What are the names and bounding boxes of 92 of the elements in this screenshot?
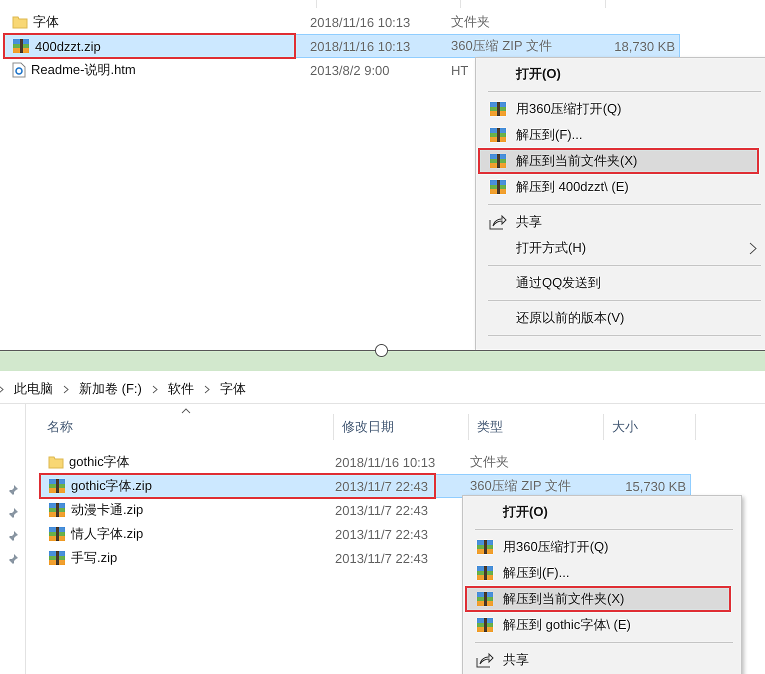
menu-label: 解压到当前文件夹(X): [503, 590, 624, 608]
archive-icon: [489, 101, 507, 117]
breadcrumb-item[interactable]: 此电脑: [14, 380, 53, 398]
chevron-right-icon: [63, 384, 69, 394]
column-header[interactable]: 大小: [604, 414, 696, 440]
menu-item[interactable]: 共享: [465, 647, 739, 673]
file-size: 15,730 KB: [625, 478, 686, 494]
menu-item[interactable]: 通过QQ发送到: [478, 270, 765, 296]
folder-icon: [12, 14, 28, 30]
menu-label: 解压到(F)...: [516, 126, 582, 144]
column-header[interactable]: 修改日期: [334, 414, 469, 440]
share-icon: [489, 214, 507, 230]
archive-icon: [489, 179, 507, 195]
column-header[interactable]: 类型: [469, 414, 604, 440]
menu-item[interactable]: 还原以前的版本(V): [478, 305, 765, 331]
menu-item[interactable]: 解压到 400dzzt\ (E): [478, 174, 765, 200]
archive-icon: [48, 550, 66, 566]
menu-item[interactable]: 解压到 gothic字体\ (E): [465, 612, 739, 638]
file-name: 字体: [33, 13, 59, 31]
pin-icon: [6, 553, 18, 565]
file-name: 情人字体.zip: [71, 525, 144, 543]
menu-label: 用360压缩打开(Q): [516, 100, 622, 118]
menu-label: 共享: [503, 651, 529, 669]
menu-item[interactable]: 用360压缩打开(Q): [465, 534, 739, 560]
pin-icon: [6, 530, 18, 542]
file-date: 2018/11/16 10:13: [310, 14, 410, 30]
pin-icon: [6, 507, 18, 519]
folder-icon: [48, 454, 64, 470]
menu-label: 还原以前的版本(V): [516, 309, 624, 327]
file-name: Readme-说明.htm: [31, 61, 136, 79]
file-type: 文件夹: [451, 13, 490, 31]
file-name: 400dzzt.zip: [35, 38, 101, 54]
menu-label: 打开(O): [516, 65, 561, 83]
breadcrumb-item[interactable]: 字体: [220, 380, 246, 398]
file-row[interactable]: 400dzzt.zip 2018/11/16 10:13 360压缩 ZIP 文件 18,730 KB: [3, 34, 680, 58]
archive-icon: [489, 127, 507, 143]
file-date: 2018/11/16 10:13: [335, 454, 436, 470]
menu-item[interactable]: 解压到当前文件夹(X): [478, 148, 759, 174]
file-name: 手写.zip: [71, 549, 118, 567]
menu-item[interactable]: 解压到(F)...: [478, 122, 765, 148]
archive-icon: [476, 539, 494, 555]
menu-label: 解压到(F)...: [503, 564, 570, 582]
archive-icon: [476, 591, 494, 607]
breadcrumb-item[interactable]: 软件: [168, 380, 194, 398]
menu-label: 解压到当前文件夹(X): [516, 152, 638, 170]
file-date: 2013/11/7 22:43: [335, 550, 428, 566]
menu-label: 打开(O): [503, 503, 548, 521]
file-type: 文件夹: [470, 453, 509, 471]
column-header[interactable]: 名称: [39, 414, 334, 440]
archive-icon: [476, 565, 494, 581]
file-name: gothic字体: [69, 453, 130, 471]
archive-icon: [48, 526, 66, 542]
file-row[interactable]: gothic字体 2018/11/16 10:13 文件夹: [39, 450, 691, 474]
menu-item[interactable]: 用360压缩打开(Q): [478, 96, 765, 122]
file-date: 2013/11/7 22:43: [335, 526, 428, 542]
archive-icon: [48, 502, 66, 518]
file-date: 2013/8/2 9:00: [310, 62, 390, 78]
file-row[interactable]: 字体 2018/11/16 10:13 文件夹: [3, 10, 680, 34]
menu-label: 用360压缩打开(Q): [503, 538, 608, 556]
breadcrumb-item[interactable]: 新加卷 (F:): [79, 380, 142, 398]
file-date: 2013/11/7 22:43: [335, 478, 428, 494]
file-type: 360压缩 ZIP 文件: [451, 37, 552, 55]
menu-item[interactable]: 解压到(F)...: [465, 560, 739, 586]
menu-item[interactable]: 打开(O): [465, 499, 739, 525]
share-icon: [476, 652, 494, 668]
file-date: 2018/11/16 10:13: [310, 38, 410, 54]
file-name: 动漫卡通.zip: [71, 501, 144, 519]
pane-splitter[interactable]: [0, 350, 765, 371]
menu-item[interactable]: 解压到当前文件夹(X): [465, 586, 731, 612]
web-page-icon: [12, 62, 26, 78]
file-date: 2013/11/7 22:43: [335, 502, 428, 518]
menu-item[interactable]: 打开(O): [478, 61, 765, 87]
archive-icon: [476, 617, 494, 633]
file-type: HT: [451, 62, 468, 78]
file-size: 18,730 KB: [614, 38, 675, 54]
menu-label: 通过QQ发送到: [516, 274, 602, 292]
menu-item[interactable]: 打开方式(H): [478, 235, 765, 261]
pin-icon: [6, 484, 18, 496]
menu-label: 共享: [516, 213, 542, 231]
chevron-right-icon: [204, 384, 210, 394]
menu-label: 解压到 400dzzt\ (E): [516, 178, 629, 196]
menu-label: 打开方式(H): [516, 239, 586, 257]
chevron-right-icon: [152, 384, 158, 394]
menu-label: 解压到 gothic字体\ (E): [503, 616, 631, 634]
archive-icon: [489, 153, 507, 169]
file-name: gothic字体.zip: [71, 477, 152, 495]
file-type: 360压缩 ZIP 文件: [470, 477, 571, 495]
archive-icon: [48, 478, 66, 494]
sort-caret-icon: [181, 408, 191, 414]
archive-icon: [12, 38, 30, 54]
menu-item[interactable]: 共享: [478, 209, 765, 235]
file-row[interactable]: gothic字体.zip 2013/11/7 22:43 360压缩 ZIP 文件 15,730 KB: [39, 474, 691, 498]
